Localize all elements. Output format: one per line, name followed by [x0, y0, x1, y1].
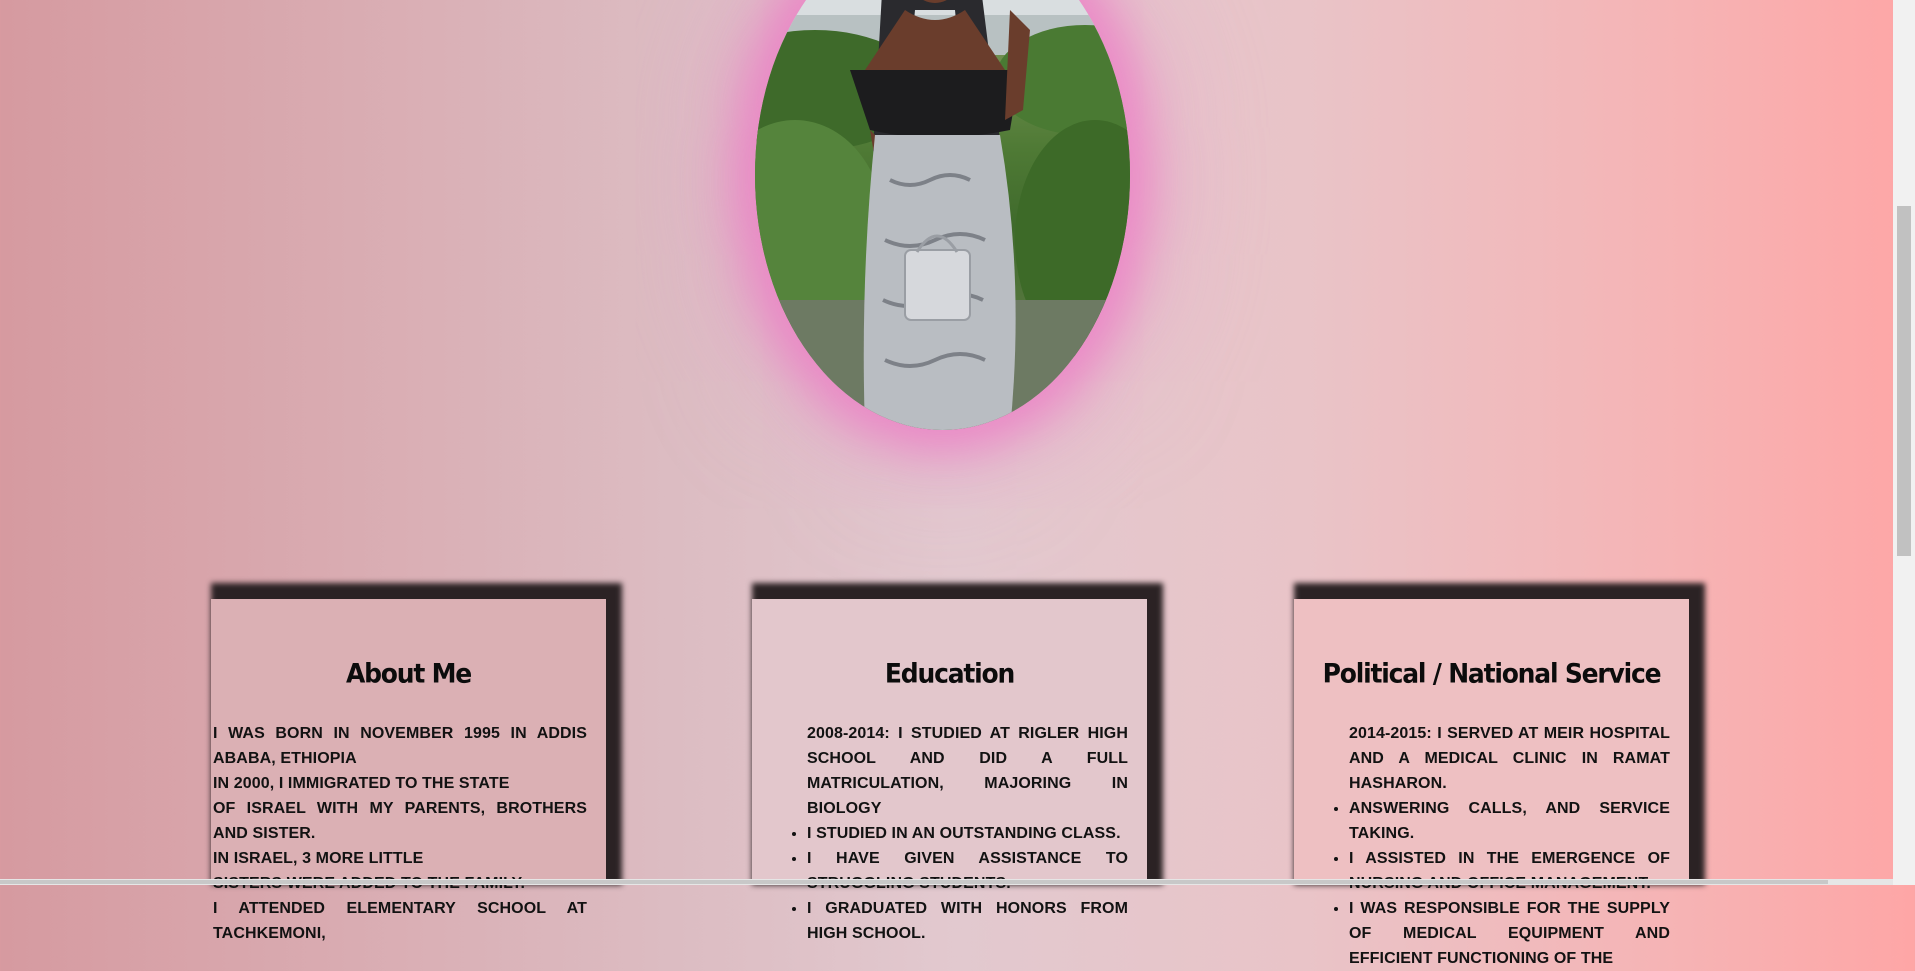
list-item: I was responsible for the supply of medi… [1349, 896, 1670, 971]
about-me-title: About Me [345, 658, 472, 689]
card-face: Political / National Service 2014-2015: … [1294, 599, 1689, 967]
vertical-scrollbar-thumb[interactable] [1897, 206, 1911, 556]
profile-photo-illustration [755, 0, 1130, 430]
list-item: I assisted in the emergence of nursing a… [1349, 846, 1670, 896]
national-service-card: Political / National Service 2014-2015: … [1294, 583, 1705, 967]
education-intro: 2008-2014: I studied at Rigler High Scho… [807, 725, 1128, 817]
card-face: Education 2008-2014: I studied at Rigler… [752, 599, 1147, 942]
education-body: 2008-2014: I studied at Rigler High Scho… [754, 721, 1128, 946]
education-card: Education 2008-2014: I studied at Rigler… [752, 583, 1163, 942]
list-item: I have given assistance to struggling st… [807, 846, 1128, 896]
about-me-line: In 2000, I immigrated to the state [213, 775, 510, 792]
about-me-body: I was born in November 1995 in Addis Aba… [213, 721, 587, 946]
horizontal-scrollbar-thumb[interactable] [0, 880, 1828, 884]
vertical-scrollbar[interactable] [1893, 0, 1915, 885]
national-service-intro: 2014-2015: I served at Meir Hospital and… [1349, 725, 1670, 792]
about-me-line: In Israel, 3 more little [213, 850, 424, 867]
about-me-line: I was born in November 1995 in Addis Aba… [213, 725, 587, 767]
list-item: Answering calls, and service taking. [1349, 796, 1670, 846]
about-me-card: About Me I was born in November 1995 in … [211, 583, 622, 942]
profile-photo [755, 0, 1130, 430]
list-item: I graduated with honors from high school… [807, 896, 1128, 946]
about-me-line: I attended elementary school at Tachkemo… [213, 900, 587, 942]
card-face: About Me I was born in November 1995 in … [211, 599, 606, 942]
list-item: I studied in an outstanding class. [807, 821, 1128, 846]
education-title: Education [884, 658, 1015, 689]
page: { "profile": { "photo_alt": "Profile pho… [0, 0, 1915, 967]
national-service-title: Political / National Service [1322, 658, 1662, 689]
horizontal-scrollbar[interactable] [0, 879, 1893, 885]
national-service-body: 2014-2015: I served at Meir Hospital and… [1296, 721, 1670, 971]
about-me-line: of Israel with my parents, brothers and … [213, 800, 587, 842]
